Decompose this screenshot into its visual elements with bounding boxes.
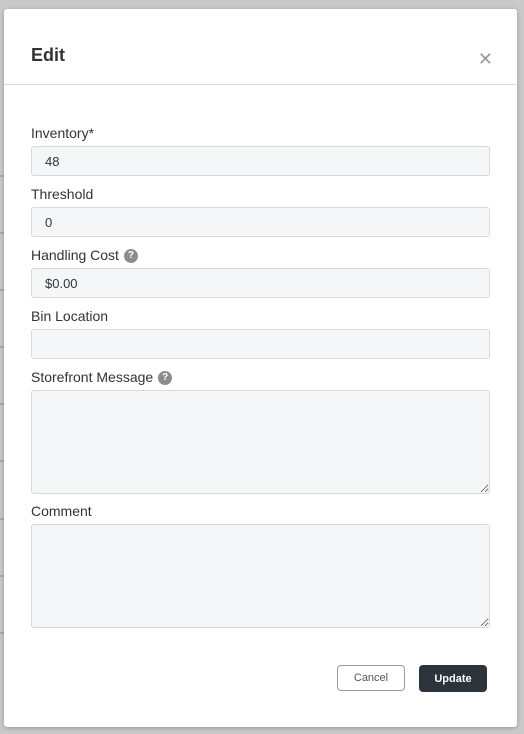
comment-textarea[interactable] xyxy=(31,524,490,628)
close-icon[interactable]: ✕ xyxy=(478,50,493,68)
handling-cost-label-row: Handling Cost ? xyxy=(31,247,490,264)
inventory-input[interactable] xyxy=(31,146,490,176)
modal-title: Edit xyxy=(31,45,65,65)
help-icon[interactable]: ? xyxy=(158,370,173,385)
handling-cost-label: Handling Cost xyxy=(31,247,119,263)
threshold-input[interactable] xyxy=(31,207,490,237)
cancel-button[interactable]: Cancel xyxy=(337,665,405,691)
handling-cost-field-group: Handling Cost ? xyxy=(31,247,490,298)
threshold-label: Threshold xyxy=(31,186,94,202)
storefront-message-label: Storefront Message xyxy=(31,369,154,385)
storefront-message-field-group: Storefront Message ? xyxy=(31,369,490,499)
inventory-field-group: Inventory* xyxy=(31,125,490,176)
bin-location-input[interactable] xyxy=(31,329,490,359)
modal-header: Edit ✕ xyxy=(4,9,517,85)
comment-field-group: Comment xyxy=(31,503,490,633)
comment-label: Comment xyxy=(31,503,92,519)
handling-cost-input[interactable] xyxy=(31,268,490,298)
bin-location-label: Bin Location xyxy=(31,308,109,324)
inventory-label: Inventory* xyxy=(31,125,95,141)
storefront-message-label-row: Storefront Message ? xyxy=(31,369,490,386)
bin-location-field-group: Bin Location xyxy=(31,308,490,359)
update-button[interactable]: Update xyxy=(419,665,487,692)
edit-modal: Edit ✕ Inventory* Threshold Handling Cos… xyxy=(4,9,517,727)
storefront-message-textarea[interactable] xyxy=(31,390,490,494)
help-icon[interactable]: ? xyxy=(123,248,138,263)
threshold-field-group: Threshold xyxy=(31,186,490,237)
